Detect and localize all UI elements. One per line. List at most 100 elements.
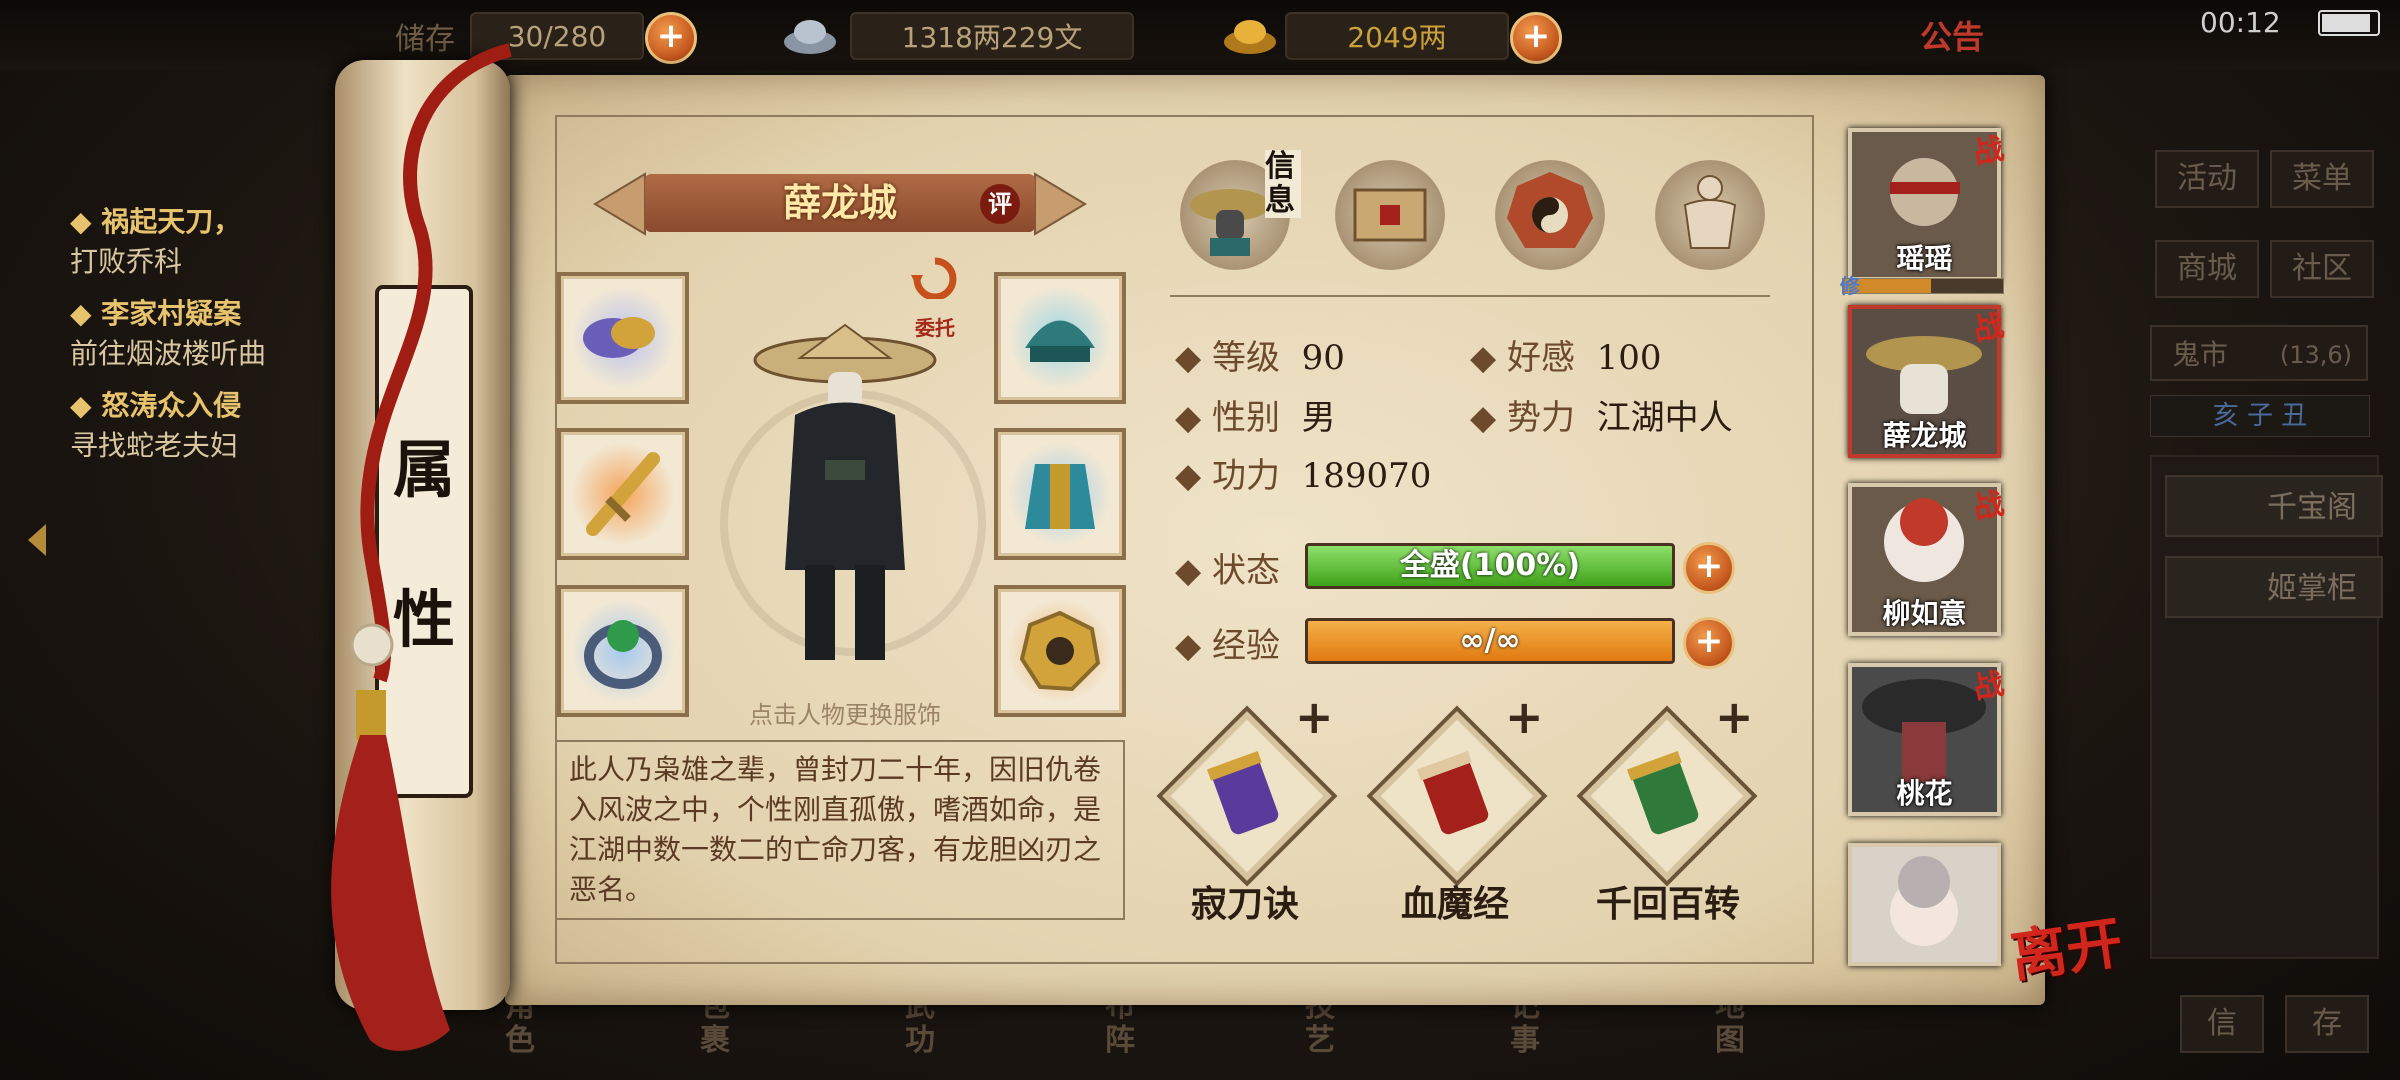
quest-item[interactable]: ◆ 祸起天刀， 打败乔科 [70, 200, 350, 280]
menu-button[interactable]: 菜单 [2270, 150, 2374, 208]
party-member-card[interactable]: 战 瑶瑶 [1848, 128, 2007, 281]
equip-slot-headgear[interactable] [994, 272, 1126, 404]
party-member-name: 薛龙城 [1882, 419, 1967, 452]
letter-button[interactable]: 信 [2180, 995, 2264, 1053]
status-label-row: ◆ 状态 [1175, 551, 1280, 591]
cultivation-progress-bar [1842, 278, 2004, 294]
stat-label: 功力 [1211, 456, 1280, 496]
red-tassel-cord [310, 30, 550, 1070]
collapse-arrow-icon[interactable] [22, 520, 52, 560]
tab-body[interactable] [1655, 160, 1765, 270]
leave-button[interactable]: 离开 [2005, 898, 2127, 994]
treasure-shop-button[interactable]: 千宝阁 [2165, 475, 2383, 537]
exp-label-row: ◆ 经验 [1175, 626, 1280, 666]
equip-slot-weapon[interactable] [557, 428, 689, 560]
stat-label: 性别 [1211, 398, 1280, 438]
status-bar: 全盛(100%) [1305, 543, 1675, 589]
tab-divider [1170, 295, 1770, 297]
character-description: 此人乃枭雄之辈，曾封刀二十年，因旧仇卷入风波之中，个性刚直孤傲，嗜酒如命，是江湖… [555, 740, 1125, 920]
quest-item[interactable]: ◆ 李家村疑案 前往烟波楼听曲 [70, 292, 350, 372]
quest-title: ◆ 祸起天刀， [70, 205, 242, 238]
scroll-book-icon [1353, 188, 1427, 242]
stat-label: 状态 [1211, 551, 1280, 591]
skill-upgrade-button[interactable]: + [1295, 690, 1334, 744]
equip-slot-accessory[interactable] [994, 585, 1126, 717]
stat-value: 男 [1301, 398, 1336, 438]
portrait-icon [1852, 847, 1997, 962]
jade-ring-icon [584, 620, 662, 689]
sword-hilt-icon [586, 452, 660, 536]
skill-upgrade-button[interactable]: + [1715, 690, 1754, 744]
entrust-icon[interactable] [905, 255, 965, 305]
exp-bar: ∞/∞ [1305, 618, 1675, 664]
equip-slot-armor[interactable] [994, 428, 1126, 560]
muscle-body-icon [1683, 175, 1737, 249]
silver-ingot-icon [780, 10, 840, 60]
bagua-amulet-icon [1019, 610, 1101, 692]
stat-value: 189070 [1301, 456, 1432, 496]
party-member-card[interactable]: 战 桃花 [1848, 663, 2007, 816]
stat-gender: ◆ 性别 男 [1175, 398, 1336, 438]
silver-amount: 1318两229文 [850, 12, 1134, 60]
stat-power: ◆ 功力 189070 [1175, 456, 1432, 496]
party-member-card-selected[interactable]: 战 薛龙城 [1848, 305, 2007, 458]
quest-list: ◆ 祸起天刀， 打败乔科 ◆ 李家村疑案 前往烟波楼听曲 ◆ 怒涛众入侵 寻找蛇… [70, 200, 350, 476]
helmet-icon [1025, 320, 1095, 362]
gold-ingot-icon [1220, 10, 1280, 60]
time-period-strip: 亥 子 丑 [2150, 395, 2370, 437]
skill-upgrade-button[interactable]: + [1505, 690, 1544, 744]
quest-title: ◆ 李家村疑案 [70, 297, 242, 330]
skill-name: 寂刀诀 [1190, 883, 1299, 925]
party-member-card[interactable]: 战 柳如意 [1848, 483, 2007, 636]
gauntlet-icon [583, 317, 655, 358]
stat-value: 90 [1301, 338, 1345, 378]
restore-status-button[interactable]: + [1683, 542, 1735, 594]
mall-button[interactable]: 商城 [2155, 240, 2259, 298]
quest-item[interactable]: ◆ 怒涛众入侵 寻找蛇老夫妇 [70, 384, 350, 464]
stat-value: 100 [1596, 338, 1662, 378]
character-figure[interactable] [740, 320, 950, 680]
tab-info-label: 信息 [1265, 150, 1301, 218]
tab-skills[interactable] [1335, 160, 1445, 270]
add-exp-button[interactable]: + [1683, 617, 1735, 669]
armor-icon [1025, 464, 1095, 529]
review-button[interactable]: 评 [980, 184, 1020, 224]
stat-favor: ◆ 好感 100 [1470, 338, 1662, 378]
equip-slot-gloves[interactable] [557, 272, 689, 404]
stat-label: 经验 [1211, 626, 1280, 666]
green-scroll-icon [1610, 740, 1720, 850]
character-name-banner: 薛龙城 评 [585, 170, 1095, 238]
community-button[interactable]: 社区 [2270, 240, 2374, 298]
save-button[interactable]: 存 [2285, 995, 2369, 1053]
add-gold-button[interactable]: + [1510, 12, 1562, 64]
clock: 00:12 [2200, 6, 2281, 39]
stat-faction: ◆ 势力 江湖中人 [1470, 398, 1733, 438]
notice-button[interactable]: 公告 [1920, 12, 2000, 58]
quest-desc: 寻找蛇老夫妇 [70, 429, 239, 462]
character-name: 薛龙城 [782, 180, 897, 225]
equip-slot-ring[interactable] [557, 585, 689, 717]
gold-amount: 2049两 [1285, 12, 1509, 60]
party-member-card[interactable] [1848, 843, 2001, 966]
stat-value: 江湖中人 [1596, 398, 1733, 438]
quest-title: ◆ 怒涛众入侵 [70, 389, 242, 422]
add-storage-button[interactable]: + [645, 12, 697, 64]
ghost-market-location[interactable]: 鬼市 (13,6) [2150, 325, 2368, 381]
quest-desc: 打败乔科 [70, 245, 183, 278]
entrust-label: 委托 [915, 316, 955, 340]
stat-level: ◆ 等级 90 [1175, 338, 1345, 378]
bagua-icon [1507, 172, 1593, 248]
party-member-name: 桃花 [1896, 777, 1953, 810]
purple-scroll-icon [1190, 740, 1300, 850]
battery-icon [2318, 10, 2380, 36]
cultivation-tag: 修 [1840, 274, 1860, 298]
activity-button[interactable]: 活动 [2155, 150, 2259, 208]
party-member-name: 柳如意 [1882, 597, 1967, 630]
red-scroll-icon [1400, 740, 1510, 850]
skill-name: 血魔经 [1400, 883, 1509, 925]
stat-label: 势力 [1506, 398, 1575, 438]
party-member-name: 瑶瑶 [1896, 242, 1953, 275]
tab-meridian[interactable] [1495, 160, 1605, 270]
outfit-change-hint: 点击人物更换服饰 [749, 701, 941, 729]
ji-shopkeeper-button[interactable]: 姬掌柜 [2165, 556, 2383, 618]
